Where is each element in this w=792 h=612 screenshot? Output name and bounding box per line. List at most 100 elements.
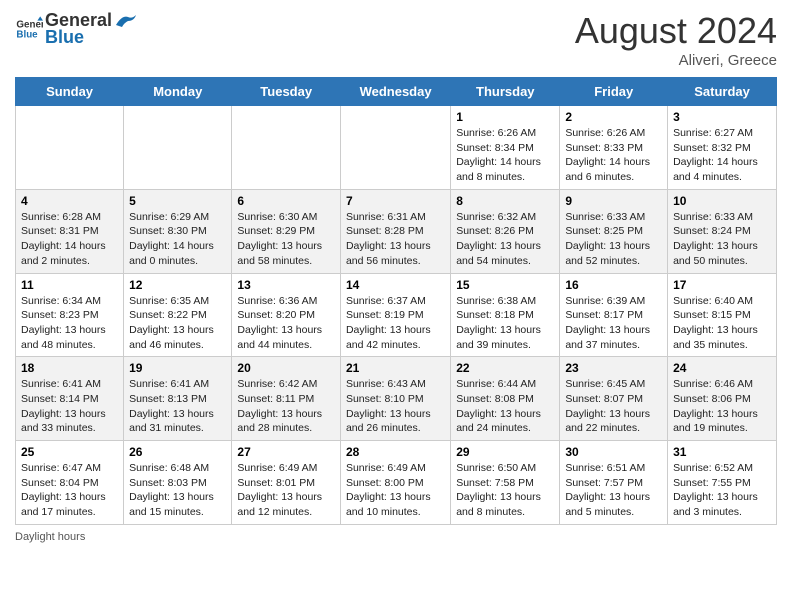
page-header: General Blue General Blue August 2024 Al… xyxy=(15,10,777,69)
day-info: Sunrise: 6:35 AMSunset: 8:22 PMDaylight:… xyxy=(129,295,214,351)
day-info: Sunrise: 6:44 AMSunset: 8:08 PMDaylight:… xyxy=(456,378,541,434)
calendar-week-row: 11 Sunrise: 6:34 AMSunset: 8:23 PMDaylig… xyxy=(16,273,777,357)
day-number: 21 xyxy=(346,361,445,375)
calendar-cell: 6 Sunrise: 6:30 AMSunset: 8:29 PMDayligh… xyxy=(232,189,341,273)
calendar-header-tuesday: Tuesday xyxy=(232,78,341,106)
calendar-cell xyxy=(340,106,450,190)
day-info: Sunrise: 6:27 AMSunset: 8:32 PMDaylight:… xyxy=(673,127,758,183)
calendar-cell: 19 Sunrise: 6:41 AMSunset: 8:13 PMDaylig… xyxy=(124,357,232,441)
day-info: Sunrise: 6:26 AMSunset: 8:33 PMDaylight:… xyxy=(565,127,650,183)
calendar-cell: 14 Sunrise: 6:37 AMSunset: 8:19 PMDaylig… xyxy=(340,273,450,357)
main-title: August 2024 xyxy=(575,10,777,52)
day-info: Sunrise: 6:29 AMSunset: 8:30 PMDaylight:… xyxy=(129,211,214,267)
calendar-cell: 23 Sunrise: 6:45 AMSunset: 8:07 PMDaylig… xyxy=(560,357,668,441)
calendar-cell: 7 Sunrise: 6:31 AMSunset: 8:28 PMDayligh… xyxy=(340,189,450,273)
day-number: 31 xyxy=(673,445,771,459)
day-info: Sunrise: 6:31 AMSunset: 8:28 PMDaylight:… xyxy=(346,211,431,267)
day-number: 18 xyxy=(21,361,118,375)
day-number: 20 xyxy=(237,361,335,375)
day-info: Sunrise: 6:49 AMSunset: 8:00 PMDaylight:… xyxy=(346,462,431,518)
logo-icon: General Blue xyxy=(15,15,43,43)
title-block: August 2024 Aliveri, Greece xyxy=(575,10,777,69)
calendar-cell: 21 Sunrise: 6:43 AMSunset: 8:10 PMDaylig… xyxy=(340,357,450,441)
calendar-cell: 27 Sunrise: 6:49 AMSunset: 8:01 PMDaylig… xyxy=(232,441,341,525)
calendar-cell: 30 Sunrise: 6:51 AMSunset: 7:57 PMDaylig… xyxy=(560,441,668,525)
day-info: Sunrise: 6:41 AMSunset: 8:13 PMDaylight:… xyxy=(129,378,214,434)
calendar-table: SundayMondayTuesdayWednesdayThursdayFrid… xyxy=(15,77,777,525)
calendar-cell: 10 Sunrise: 6:33 AMSunset: 8:24 PMDaylig… xyxy=(668,189,777,273)
calendar-cell: 29 Sunrise: 6:50 AMSunset: 7:58 PMDaylig… xyxy=(451,441,560,525)
calendar-header-thursday: Thursday xyxy=(451,78,560,106)
day-number: 12 xyxy=(129,278,226,292)
calendar-cell: 8 Sunrise: 6:32 AMSunset: 8:26 PMDayligh… xyxy=(451,189,560,273)
calendar-cell: 12 Sunrise: 6:35 AMSunset: 8:22 PMDaylig… xyxy=(124,273,232,357)
calendar-header-saturday: Saturday xyxy=(668,78,777,106)
calendar-cell: 9 Sunrise: 6:33 AMSunset: 8:25 PMDayligh… xyxy=(560,189,668,273)
day-info: Sunrise: 6:36 AMSunset: 8:20 PMDaylight:… xyxy=(237,295,322,351)
day-number: 11 xyxy=(21,278,118,292)
day-number: 17 xyxy=(673,278,771,292)
day-number: 8 xyxy=(456,194,554,208)
calendar-cell: 22 Sunrise: 6:44 AMSunset: 8:08 PMDaylig… xyxy=(451,357,560,441)
calendar-week-row: 1 Sunrise: 6:26 AMSunset: 8:34 PMDayligh… xyxy=(16,106,777,190)
day-number: 27 xyxy=(237,445,335,459)
day-info: Sunrise: 6:50 AMSunset: 7:58 PMDaylight:… xyxy=(456,462,541,518)
day-number: 30 xyxy=(565,445,662,459)
day-info: Sunrise: 6:37 AMSunset: 8:19 PMDaylight:… xyxy=(346,295,431,351)
day-info: Sunrise: 6:34 AMSunset: 8:23 PMDaylight:… xyxy=(21,295,106,351)
day-number: 14 xyxy=(346,278,445,292)
day-number: 25 xyxy=(21,445,118,459)
logo-bird-icon xyxy=(114,13,136,29)
day-info: Sunrise: 6:28 AMSunset: 8:31 PMDaylight:… xyxy=(21,211,106,267)
day-info: Sunrise: 6:51 AMSunset: 7:57 PMDaylight:… xyxy=(565,462,650,518)
day-info: Sunrise: 6:40 AMSunset: 8:15 PMDaylight:… xyxy=(673,295,758,351)
calendar-week-row: 18 Sunrise: 6:41 AMSunset: 8:14 PMDaylig… xyxy=(16,357,777,441)
subtitle: Aliveri, Greece xyxy=(575,52,777,69)
day-number: 4 xyxy=(21,194,118,208)
calendar-header-row: SundayMondayTuesdayWednesdayThursdayFrid… xyxy=(16,78,777,106)
day-info: Sunrise: 6:48 AMSunset: 8:03 PMDaylight:… xyxy=(129,462,214,518)
footer: Daylight hours xyxy=(15,531,777,543)
day-info: Sunrise: 6:30 AMSunset: 8:29 PMDaylight:… xyxy=(237,211,322,267)
calendar-cell: 31 Sunrise: 6:52 AMSunset: 7:55 PMDaylig… xyxy=(668,441,777,525)
day-info: Sunrise: 6:39 AMSunset: 8:17 PMDaylight:… xyxy=(565,295,650,351)
calendar-header-friday: Friday xyxy=(560,78,668,106)
day-number: 15 xyxy=(456,278,554,292)
daylight-label: Daylight hours xyxy=(15,531,85,543)
calendar-cell: 4 Sunrise: 6:28 AMSunset: 8:31 PMDayligh… xyxy=(16,189,124,273)
day-number: 26 xyxy=(129,445,226,459)
day-info: Sunrise: 6:43 AMSunset: 8:10 PMDaylight:… xyxy=(346,378,431,434)
day-number: 2 xyxy=(565,110,662,124)
calendar-cell: 5 Sunrise: 6:29 AMSunset: 8:30 PMDayligh… xyxy=(124,189,232,273)
day-info: Sunrise: 6:38 AMSunset: 8:18 PMDaylight:… xyxy=(456,295,541,351)
day-info: Sunrise: 6:33 AMSunset: 8:24 PMDaylight:… xyxy=(673,211,758,267)
calendar-cell: 1 Sunrise: 6:26 AMSunset: 8:34 PMDayligh… xyxy=(451,106,560,190)
day-info: Sunrise: 6:41 AMSunset: 8:14 PMDaylight:… xyxy=(21,378,106,434)
day-info: Sunrise: 6:45 AMSunset: 8:07 PMDaylight:… xyxy=(565,378,650,434)
calendar-week-row: 25 Sunrise: 6:47 AMSunset: 8:04 PMDaylig… xyxy=(16,441,777,525)
calendar-cell: 26 Sunrise: 6:48 AMSunset: 8:03 PMDaylig… xyxy=(124,441,232,525)
calendar-cell: 28 Sunrise: 6:49 AMSunset: 8:00 PMDaylig… xyxy=(340,441,450,525)
calendar-cell: 11 Sunrise: 6:34 AMSunset: 8:23 PMDaylig… xyxy=(16,273,124,357)
day-number: 13 xyxy=(237,278,335,292)
calendar-cell: 20 Sunrise: 6:42 AMSunset: 8:11 PMDaylig… xyxy=(232,357,341,441)
calendar-cell xyxy=(124,106,232,190)
calendar-cell: 3 Sunrise: 6:27 AMSunset: 8:32 PMDayligh… xyxy=(668,106,777,190)
day-number: 24 xyxy=(673,361,771,375)
day-number: 10 xyxy=(673,194,771,208)
svg-text:Blue: Blue xyxy=(16,29,38,40)
day-number: 23 xyxy=(565,361,662,375)
calendar-header-monday: Monday xyxy=(124,78,232,106)
day-number: 22 xyxy=(456,361,554,375)
day-number: 16 xyxy=(565,278,662,292)
calendar-cell: 2 Sunrise: 6:26 AMSunset: 8:33 PMDayligh… xyxy=(560,106,668,190)
calendar-cell: 25 Sunrise: 6:47 AMSunset: 8:04 PMDaylig… xyxy=(16,441,124,525)
day-number: 5 xyxy=(129,194,226,208)
calendar-cell xyxy=(232,106,341,190)
day-number: 19 xyxy=(129,361,226,375)
calendar-cell: 13 Sunrise: 6:36 AMSunset: 8:20 PMDaylig… xyxy=(232,273,341,357)
day-info: Sunrise: 6:49 AMSunset: 8:01 PMDaylight:… xyxy=(237,462,322,518)
day-number: 29 xyxy=(456,445,554,459)
day-info: Sunrise: 6:47 AMSunset: 8:04 PMDaylight:… xyxy=(21,462,106,518)
calendar-cell: 16 Sunrise: 6:39 AMSunset: 8:17 PMDaylig… xyxy=(560,273,668,357)
